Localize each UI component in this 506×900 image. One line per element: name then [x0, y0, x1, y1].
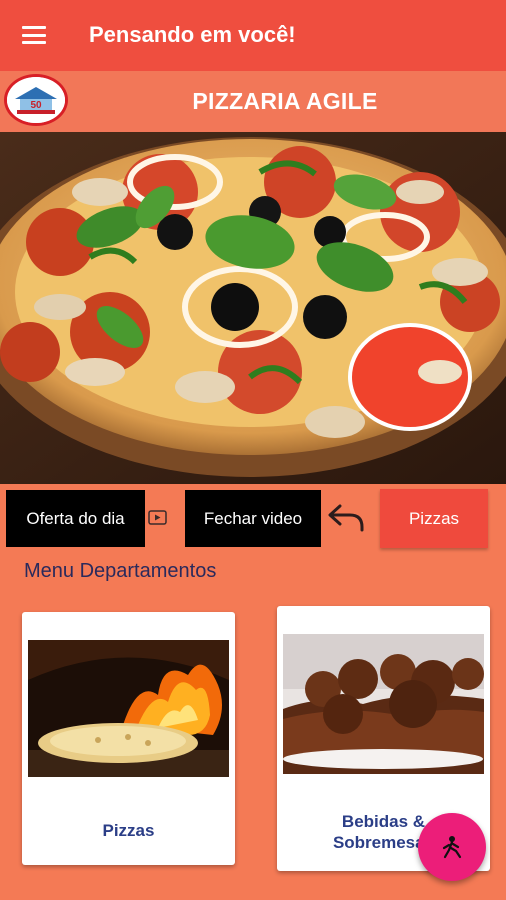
app-title: Pensando em você! [89, 22, 296, 47]
undo-arrow-icon[interactable] [326, 502, 366, 534]
video-icon [148, 510, 167, 525]
department-card-pizzas[interactable]: Pizzas [22, 612, 235, 865]
pizza-oven-image [28, 640, 229, 777]
video-player[interactable] [0, 132, 506, 484]
pizzaria-logo: 50 [4, 74, 68, 126]
logo-text: 50 [30, 100, 42, 111]
fechar-video-button[interactable]: Fechar video [185, 490, 321, 547]
oferta-do-dia-button[interactable]: Oferta do dia [6, 490, 145, 547]
hamburger-menu-icon[interactable] [22, 26, 46, 44]
pizza-image [0, 132, 506, 484]
menu-departamentos-title: Menu Departamentos [24, 560, 217, 582]
pizzas-button[interactable]: Pizzas [380, 489, 488, 548]
floating-action-button[interactable] [418, 813, 486, 881]
person-icon [442, 836, 462, 859]
department-label-pizzas: Pizzas [102, 821, 155, 840]
chocolate-dessert-image [283, 634, 484, 774]
app-bar: Pensando em você! [0, 0, 506, 71]
brand-title: PIZZARIA AGILE [192, 88, 378, 114]
